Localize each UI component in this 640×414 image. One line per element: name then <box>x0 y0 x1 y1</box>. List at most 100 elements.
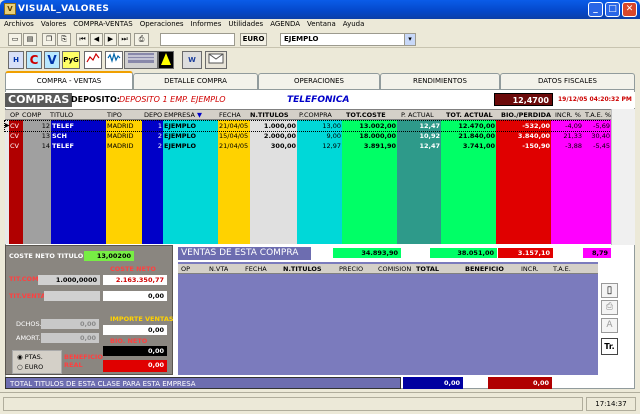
minimize-button[interactable]: _ <box>588 2 603 17</box>
tab-rendimientos[interactable]: RENDIMIENTOS <box>380 73 500 89</box>
ventas-col-fecha[interactable]: FECHA <box>244 264 267 274</box>
cell-compra[interactable]: 14 <box>23 141 51 151</box>
col-header-bio-perdida[interactable]: BIO./PERDIDA <box>500 110 555 120</box>
ventas-col-tae[interactable]: T.A.E. <box>552 264 571 274</box>
next-record-icon[interactable]: ▶ <box>104 33 117 46</box>
menu-informes[interactable]: Informes <box>187 19 225 31</box>
cell-depo[interactable]: 2 <box>142 141 163 151</box>
word-export-button[interactable]: W <box>182 51 202 69</box>
text-transform-button[interactable]: Tr. <box>601 338 618 355</box>
mail-icon[interactable] <box>205 51 227 69</box>
cell-pcompra[interactable]: 12,97 <box>297 141 342 151</box>
menu-ayuda[interactable]: Ayuda <box>339 19 368 31</box>
portfolio-select[interactable]: EJEMPLO ▾ <box>280 33 416 46</box>
prev-record-icon[interactable]: ◀ <box>90 33 103 46</box>
cell-depo[interactable]: 2 <box>142 131 163 141</box>
cell-totactual[interactable]: 12.470,00 <box>441 121 496 131</box>
ventas-col-nvta[interactable]: N.VTA <box>208 264 228 274</box>
cell-pcompra[interactable]: 9,00 <box>297 131 342 141</box>
cell-totactual[interactable]: 3.741,00 <box>441 141 496 151</box>
cell-tae[interactable]: -5,45 <box>583 141 611 151</box>
cell-tipo[interactable]: MADRID <box>106 141 142 151</box>
holdings-button[interactable]: H <box>8 51 24 69</box>
close-button[interactable]: ✕ <box>622 2 637 17</box>
cell-tipo[interactable]: MADRID <box>106 121 142 131</box>
ptas-radio[interactable]: ◉ PTAS. <box>17 353 43 361</box>
chevron-down-icon[interactable]: ▾ <box>404 34 415 45</box>
font-a-button[interactable]: A <box>601 318 618 333</box>
cell-pactual[interactable]: 10,92 <box>397 131 441 141</box>
cell-tipo[interactable]: MADRID <box>106 131 142 141</box>
cell-fecha[interactable]: 21/04/05 <box>218 121 250 131</box>
cell-totactual[interactable]: 21.840,00 <box>441 131 496 141</box>
cell-empresa[interactable]: EJEMPLO <box>163 141 218 151</box>
cell-ntitulos[interactable]: 300,00 <box>250 141 297 151</box>
cell-compra[interactable]: 13 <box>23 131 51 141</box>
venta-button[interactable]: V <box>44 51 60 69</box>
ventas-col-comision[interactable]: COMISION <box>377 264 411 274</box>
col-header-ntitulos[interactable]: N.TITULOS <box>249 110 299 120</box>
col-header-tae[interactable]: T.A.E. % <box>584 110 614 120</box>
col-header-compra[interactable]: COMPRA <box>21 110 41 120</box>
paste-icon[interactable]: ⎘ <box>57 33 71 46</box>
pyg-button[interactable]: PyG <box>62 51 80 69</box>
col-header-pactual[interactable]: P. ACTUAL <box>400 110 445 120</box>
grid-scrollbar[interactable] <box>611 109 635 245</box>
menu-compra-ventas[interactable]: COMPRA-VENTAS <box>69 19 135 31</box>
ventas-grid[interactable] <box>178 262 598 375</box>
col-header-totcoste[interactable]: TOT.COSTE <box>345 110 400 120</box>
col-header-pcompra[interactable]: P.COMPRA <box>298 110 343 120</box>
chart-icon[interactable] <box>84 51 102 69</box>
cell-titulo[interactable]: TELEF <box>51 141 106 151</box>
last-record-icon[interactable]: ⏭ <box>118 33 131 46</box>
col-header-op[interactable]: OP <box>9 110 21 120</box>
ventas-col-beneficio[interactable]: BENEFICIO <box>464 264 504 274</box>
search-field[interactable] <box>160 33 235 46</box>
cell-incr[interactable]: 21,33 <box>551 131 583 141</box>
open-form-icon[interactable]: ▤ <box>23 33 37 46</box>
tab-operaciones[interactable]: OPERACIONES <box>258 73 380 89</box>
menu-archivos[interactable]: Archivos <box>0 19 37 31</box>
tab-datos-fiscales[interactable]: DATOS FISCALES <box>500 73 635 89</box>
col-header-titulo[interactable]: TITULO <box>49 110 99 120</box>
col-header-tipo[interactable]: TIPO <box>106 110 141 120</box>
euro-radio[interactable]: ○ EURO <box>17 363 43 371</box>
cell-totcoste[interactable]: 13.002,00 <box>342 121 397 131</box>
cell-ntitulos[interactable]: 1.000,00 <box>250 121 297 131</box>
cell-op[interactable]: CV <box>9 131 23 141</box>
ventas-col-total[interactable]: TOTAL <box>415 264 439 274</box>
cell-pcompra[interactable]: 13,00 <box>297 121 342 131</box>
cell-incr[interactable]: -3,88 <box>551 141 583 151</box>
cell-compra[interactable]: 12 <box>23 121 51 131</box>
print-icon[interactable]: ⎙ <box>134 33 149 46</box>
document-icon[interactable]: ▯ <box>601 283 618 298</box>
cell-pactual[interactable]: 12,47 <box>397 121 441 131</box>
ventas-col-op[interactable]: OP <box>180 264 190 274</box>
cell-ntitulos[interactable]: 2.000,00 <box>250 131 297 141</box>
col-header-totactual[interactable]: TOT. ACTUAL <box>445 110 500 120</box>
compra-button[interactable]: C <box>26 51 42 69</box>
cell-tae[interactable]: 30,40 <box>583 131 611 141</box>
cell-empresa[interactable]: EJEMPLO <box>163 131 218 141</box>
cell-pactual[interactable]: 12,47 <box>397 141 441 151</box>
alert-icon[interactable] <box>158 51 174 69</box>
col-header-incr[interactable]: INCR. % <box>554 110 584 120</box>
first-record-icon[interactable]: ⏮ <box>76 33 89 46</box>
wave-chart-icon[interactable] <box>105 51 123 69</box>
ventas-col-precio[interactable]: PRECIO <box>338 264 363 274</box>
cell-op[interactable]: CV <box>9 121 23 131</box>
col-header-fecha[interactable]: FECHA <box>218 110 248 120</box>
copy-icon[interactable]: ❐ <box>42 33 56 46</box>
ventas-col-ntitulos[interactable]: N.TITULOS <box>282 264 322 274</box>
col-header-empresa[interactable]: EMPRESA ▼ <box>163 110 218 120</box>
cell-tae[interactable]: -5,69 <box>583 121 611 131</box>
menu-ventana[interactable]: Ventana <box>303 19 339 31</box>
cell-titulo[interactable]: SCH <box>51 131 106 141</box>
menu-agenda[interactable]: AGENDA <box>266 19 303 31</box>
menu-valores[interactable]: Valores <box>37 19 69 31</box>
menu-operaciones[interactable]: Operaciones <box>136 19 187 31</box>
cell-totcoste[interactable]: 3.891,90 <box>342 141 397 151</box>
currency-button[interactable]: EURO <box>240 33 267 46</box>
cell-incr[interactable]: -4,09 <box>551 121 583 131</box>
cell-bio[interactable]: -532,00 <box>496 121 551 131</box>
